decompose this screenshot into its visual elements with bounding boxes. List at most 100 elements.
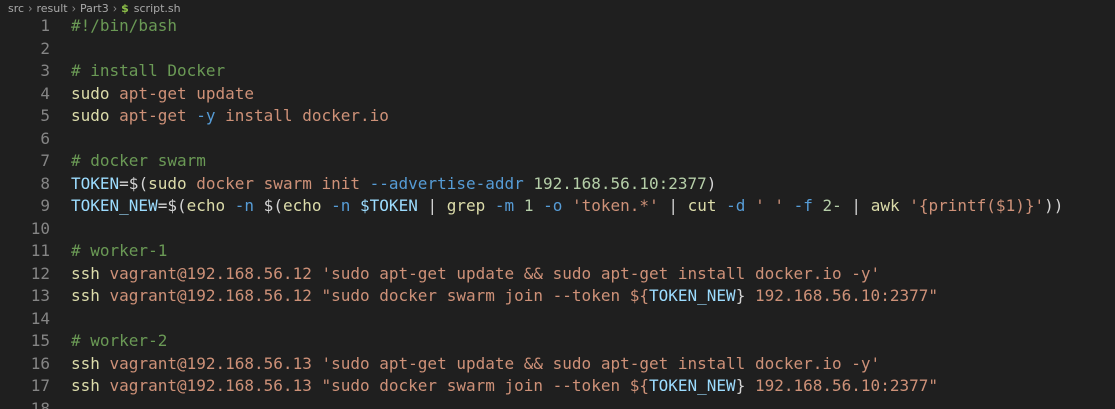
code-token: 'sudo apt-get update && sudo apt-get ins… — [321, 353, 881, 373]
code-line[interactable]: 2 — [0, 38, 1115, 61]
code-line[interactable]: 16 ssh vagrant@192.168.56.13 'sudo apt-ge… — [0, 353, 1115, 376]
code-token: install docker.io — [215, 106, 389, 125]
code-token: docker swarm init — [186, 173, 370, 193]
code-token: ) — [706, 173, 717, 193]
code-line[interactable]: 14 — [0, 308, 1115, 331]
code-token: apt-get update — [109, 83, 255, 103]
line-content: ssh vagrant@192.168.56.13 "sudo docker s… — [71, 375, 938, 398]
code-line[interactable]: 17 ssh vagrant@192.168.56.13 "sudo docker… — [0, 375, 1115, 398]
code-area[interactable]: 1 #!/bin/bash 2 3 # install Docker 4 sudo apt-… — [0, 15, 1115, 409]
code-token: -o — [543, 196, 563, 215]
line-number: 9 — [40, 196, 50, 215]
code-token: sudo — [71, 106, 110, 125]
code-line[interactable]: 1 #!/bin/bash — [0, 15, 1115, 38]
code-line[interactable]: 18 — [0, 398, 1115, 409]
breadcrumb-item-part3[interactable]: Part3 — [80, 2, 109, 15]
code-token: 192.168.56.10:2377 — [533, 173, 707, 193]
shell-file-icon: $ — [121, 1, 129, 15]
code-line[interactable]: 6 — [0, 128, 1115, 151]
line-content: sudo apt-get -y install docker.io — [71, 105, 389, 128]
code-token: echo — [186, 196, 226, 215]
code-token: ssh — [71, 376, 100, 395]
code-token: ' ' — [755, 196, 784, 215]
code-line[interactable]: 12 ssh vagrant@192.168.56.12 'sudo apt-ge… — [0, 263, 1115, 286]
line-content: #!/bin/bash — [71, 15, 177, 38]
code-token: # install Docker — [71, 61, 226, 80]
line-content: # docker swarm — [71, 150, 206, 173]
code-token: vagrant@192.168.56.13 — [99, 353, 322, 373]
line-content: # worker-1 — [71, 240, 167, 263]
line-number: 7 — [40, 151, 50, 170]
code-token: --advertise-addr — [369, 173, 524, 193]
code-line[interactable]: 15 # worker-2 — [0, 330, 1115, 353]
code-token: $( — [254, 196, 283, 215]
code-token: "sudo docker swarm join --token ${ — [321, 286, 649, 305]
code-token: # worker-1 — [71, 241, 168, 260]
line-content: # worker-2 — [71, 330, 167, 353]
code-line[interactable]: 13 ssh vagrant@192.168.56.12 "sudo docker… — [0, 285, 1115, 308]
code-token: 192.168.56.10:2377" — [745, 376, 938, 395]
code-line[interactable]: 5 sudo apt-get -y install docker.io — [0, 105, 1115, 128]
code-token: $TOKEN — [360, 196, 418, 215]
code-token: echo — [282, 196, 322, 215]
chevron-right-icon: › — [71, 0, 76, 16]
breadcrumb-item-src[interactable]: src — [8, 2, 24, 15]
code-token: } — [735, 376, 746, 395]
code-line[interactable]: 11 # worker-1 — [0, 240, 1115, 263]
code-line[interactable]: 9 TOKEN_NEW=$(echo -n $(echo -n $TOKEN | … — [0, 195, 1115, 218]
code-editor[interactable]: src › result › Part3 › $ script.sh 1 #!/b… — [0, 0, 1115, 409]
code-token: -d — [726, 196, 746, 215]
code-line[interactable]: 8 TOKEN=$(sudo docker swarm init --advert… — [0, 173, 1115, 196]
breadcrumb-item-file[interactable]: script.sh — [134, 2, 181, 15]
code-token: cut — [687, 196, 717, 215]
code-token: vagrant@192.168.56.12 — [99, 263, 322, 283]
code-token: apt-get — [109, 106, 197, 125]
line-content: TOKEN_NEW=$(echo -n $(echo -n $TOKEN | g… — [71, 195, 1063, 218]
code-token: 2- — [822, 196, 842, 215]
line-number: 8 — [40, 173, 50, 193]
code-token: sudo — [148, 173, 187, 193]
breadcrumb-item-result[interactable]: result — [36, 2, 67, 15]
code-line[interactable]: 10 — [0, 218, 1115, 241]
code-token: TOKEN_NEW — [71, 196, 158, 215]
line-number: 1 — [40, 16, 50, 35]
code-token: "sudo docker swarm join --token ${ — [321, 376, 649, 395]
code-token: ssh — [71, 286, 100, 305]
line-number: 3 — [40, 61, 50, 80]
code-token: TOKEN_NEW — [648, 376, 736, 395]
code-token: | — [841, 196, 871, 215]
line-number: 14 — [30, 308, 50, 328]
code-token: -n — [331, 196, 351, 215]
code-token: -n — [234, 196, 255, 215]
line-number: 15 — [30, 331, 50, 350]
line-number: 16 — [30, 353, 50, 373]
code-token: )) — [1044, 196, 1064, 215]
line-number: 17 — [30, 376, 50, 395]
code-token: } — [735, 286, 746, 305]
line-content: ssh vagrant@192.168.56.12 'sudo apt-get … — [71, 263, 880, 286]
code-token: TOKEN_NEW — [648, 286, 736, 305]
code-line[interactable]: 3 # install Docker — [0, 60, 1115, 83]
code-token: -f — [793, 196, 813, 215]
code-token: vagrant@192.168.56.12 — [99, 286, 322, 305]
code-line[interactable]: 4 sudo apt-get update — [0, 83, 1115, 106]
code-line[interactable]: 7 # docker swarm — [0, 150, 1115, 173]
line-number: 2 — [40, 38, 50, 58]
code-token: -y — [196, 106, 216, 125]
line-number: 10 — [30, 218, 50, 238]
code-token: -m — [494, 196, 515, 215]
chevron-right-icon: › — [28, 0, 33, 16]
code-token: vagrant@192.168.56.13 — [99, 376, 322, 395]
code-token: | — [658, 196, 688, 215]
code-token: =$( — [119, 173, 149, 193]
